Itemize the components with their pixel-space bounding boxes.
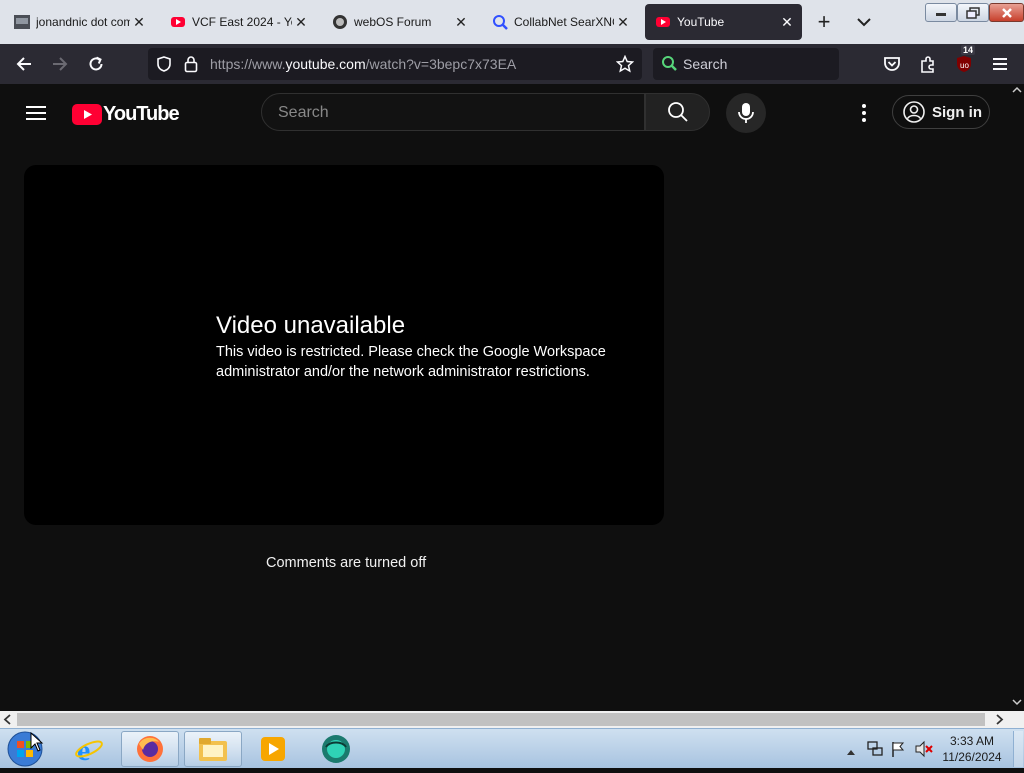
account-circle-icon [903, 101, 925, 123]
volume-muted-icon[interactable] [914, 740, 934, 763]
youtube-logo[interactable]: YouTube [72, 102, 180, 126]
tab-close-icon[interactable]: ✕ [452, 13, 470, 31]
voice-search-button[interactable] [726, 93, 766, 133]
youtube-search-button[interactable] [645, 93, 710, 131]
microphone-icon [738, 103, 754, 123]
youtube-logo-text: YouTube [103, 102, 180, 125]
tab-title: YouTube [677, 15, 725, 29]
tab-title: CollabNet SearXNG [514, 15, 614, 29]
tab-title: webOS Forum [354, 15, 432, 29]
file-explorer-icon[interactable] [184, 731, 242, 767]
back-arrow-icon[interactable] [12, 52, 36, 76]
error-message: This video is restricted. Please check t… [216, 344, 606, 380]
bookmark-star-icon[interactable] [615, 54, 635, 78]
tab-title: VCF East 2024 - YouTube [192, 15, 292, 29]
scroll-up-arrow-icon[interactable] [1012, 86, 1022, 94]
clock-time: 3:33 AM [949, 734, 995, 748]
youtube-play-logo-icon [72, 103, 102, 125]
sign-in-button[interactable]: Sign in [892, 95, 990, 129]
system-clock[interactable]: 3:33 AM 11/26/2024 [932, 733, 1012, 765]
navigation-toolbar: https://www.youtube.com/watch?v=3bepc7x7… [0, 44, 1024, 84]
extension-badge: 14 [961, 45, 976, 55]
search-icon [667, 102, 688, 122]
tab-vcf-east[interactable]: VCF East 2024 - YouTube ✕ [160, 4, 316, 40]
youtube-icon [655, 14, 671, 30]
pocket-icon[interactable] [880, 52, 904, 76]
search-engine-icon [661, 55, 679, 78]
address-bar[interactable]: https://www.youtube.com/watch?v=3bepc7x7… [148, 48, 642, 80]
tab-youtube[interactable]: YouTube ✕ [645, 4, 802, 40]
clock-date: 11/26/2024 [942, 750, 1002, 764]
horizontal-scrollbar[interactable] [0, 711, 1024, 728]
tab-close-icon[interactable]: ✕ [778, 13, 796, 31]
youtube-search-input[interactable]: Search [261, 93, 645, 131]
youtube-search-placeholder: Search [278, 104, 329, 121]
youtube-header: YouTube Search Sign in [0, 84, 1024, 142]
browser-search-placeholder: Search [683, 56, 728, 72]
sign-in-label: Sign in [932, 103, 982, 121]
list-tabs-chevron-down-icon[interactable] [852, 10, 876, 34]
tab-close-icon[interactable]: ✕ [614, 13, 632, 31]
internet-explorer-icon[interactable]: e [60, 731, 118, 767]
extensions-puzzle-icon[interactable] [916, 52, 940, 76]
scroll-right-arrow-icon[interactable] [994, 714, 1004, 725]
tab-close-icon[interactable]: ✕ [130, 13, 148, 31]
mouse-cursor-icon [30, 731, 44, 757]
tab-strip: jonandnic dot com ✕ VCF East 2024 - YouT… [0, 0, 1024, 44]
lock-icon[interactable] [184, 55, 198, 78]
windows-taskbar: e 3:33 AM 11/26/2024 [0, 728, 1024, 768]
url-text[interactable]: https://www.youtube.com/watch?v=3bepc7x7… [210, 56, 516, 72]
comments-status: Comments are turned off [266, 555, 427, 571]
svg-text:uo: uo [960, 61, 969, 70]
restore-window-button[interactable] [957, 3, 989, 22]
tab-close-icon[interactable]: ✕ [292, 13, 310, 31]
webos-icon [332, 14, 348, 30]
searxng-icon [492, 14, 508, 30]
media-player-icon[interactable] [244, 731, 302, 767]
tab-webos-forum[interactable]: webOS Forum ✕ [322, 4, 476, 40]
tab-jonandnic[interactable]: jonandnic dot com ✕ [4, 4, 154, 40]
scroll-down-arrow-icon[interactable] [1012, 698, 1022, 706]
browser-search-bar[interactable]: Search [653, 48, 839, 80]
reload-icon[interactable] [84, 52, 108, 76]
scroll-left-arrow-icon[interactable] [3, 714, 13, 725]
shield-icon[interactable] [156, 56, 172, 77]
site-thumbnail-icon [14, 14, 30, 30]
error-title: Video unavailable [216, 312, 406, 339]
more-options-vertical-dots-icon[interactable] [852, 101, 876, 125]
firefox-icon[interactable] [121, 731, 179, 767]
guide-menu-icon[interactable] [24, 101, 48, 125]
menu-hamburger-icon[interactable] [988, 52, 1012, 76]
ublock-origin-icon[interactable]: uo 14 [952, 45, 976, 76]
youtube-icon [170, 14, 186, 30]
video-player[interactable]: Video unavailable This video is restrict… [24, 165, 664, 525]
close-window-button[interactable] [989, 3, 1024, 22]
app-globe-icon[interactable] [307, 731, 365, 767]
horizontal-scroll-thumb[interactable] [17, 713, 985, 726]
minimize-window-button[interactable] [925, 3, 957, 22]
tab-searxng[interactable]: CollabNet SearXNG ✕ [482, 4, 638, 40]
vertical-scrollbar[interactable] [1010, 84, 1024, 711]
new-tab-plus-icon[interactable]: + [812, 9, 836, 34]
forward-arrow-icon[interactable] [48, 52, 72, 76]
tab-title: jonandnic dot com [36, 15, 130, 29]
network-icon[interactable] [866, 740, 884, 763]
show-desktop-button[interactable] [1013, 731, 1023, 767]
action-center-flag-icon[interactable] [890, 740, 906, 763]
show-hidden-icons-arrow-icon[interactable] [846, 743, 856, 761]
